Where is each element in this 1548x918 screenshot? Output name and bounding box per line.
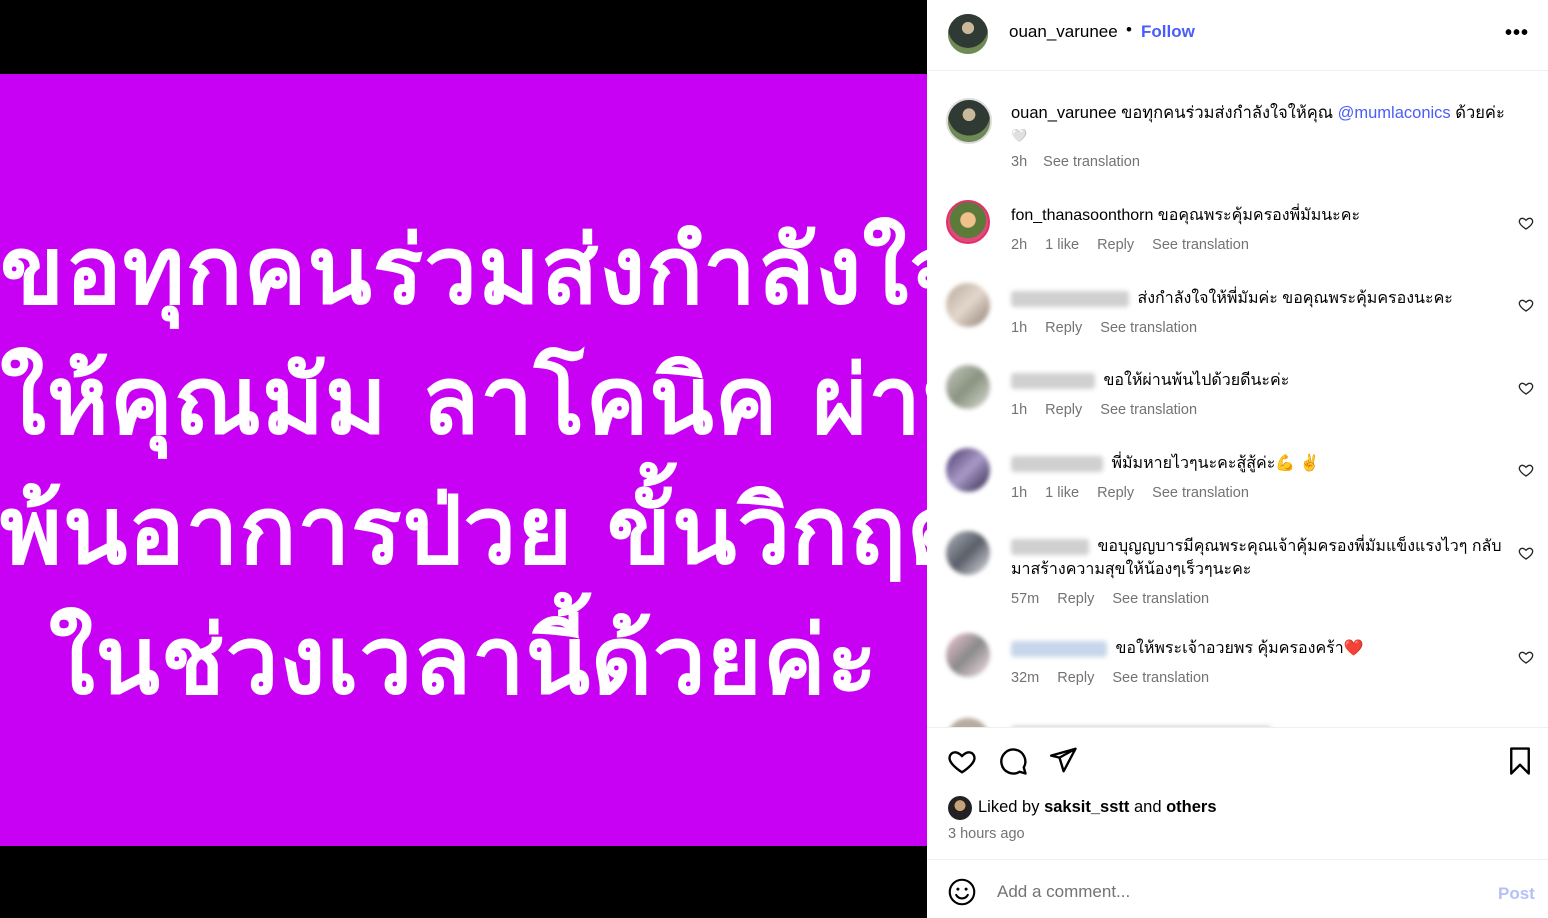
caption-body: ขอทุกคนร่วมส่งกำลังใจให้คุณ	[1121, 104, 1334, 122]
comment-input[interactable]	[997, 878, 1477, 906]
see-translation-link[interactable]: See translation	[1152, 237, 1249, 253]
commenter-avatar[interactable]	[946, 633, 990, 677]
commenter-avatar[interactable]	[946, 283, 990, 327]
comment-like-icon[interactable]	[1518, 649, 1534, 665]
comment-like-icon[interactable]	[1518, 462, 1534, 478]
liked-by-prefix: Liked by	[978, 798, 1040, 816]
post-header: ouan_varunee • Follow •••	[927, 0, 1548, 71]
blurred-username[interactable]	[1011, 455, 1103, 472]
comment-body: ขอให้พระเจ้าอวยพร คุ้มครองคร้า❤️	[1115, 640, 1364, 657]
media-image: ขอทุกคนร่วมส่งกำลังใจ ให้คุณมัม ลาโคนิค …	[0, 74, 988, 846]
blurred-username[interactable]	[1011, 372, 1095, 389]
liker-avatar[interactable]	[948, 796, 972, 820]
comments-list[interactable]: ouan_varunee ขอทุกคนร่วมส่งกำลังใจให้คุณ…	[927, 72, 1548, 727]
liked-by-user[interactable]: saksit_sstt	[1044, 798, 1129, 816]
comment-text: ขอให้ผ่านพ้นไปด้วยดีนะค่ะ	[1011, 369, 1511, 392]
commenter-avatar[interactable]	[946, 531, 990, 575]
comment-username[interactable]: fon_thanasoonthorn	[1011, 207, 1153, 224]
send-icon[interactable]	[1048, 745, 1078, 775]
comment-time: 32m	[1011, 670, 1040, 686]
media-line: ขอทุกคนร่วมส่งกำลังใจ	[0, 217, 966, 326]
liked-by-others[interactable]: others	[1166, 798, 1216, 816]
comment-meta: 32m Reply See translation	[1011, 670, 1223, 686]
post-timestamp[interactable]: 3 hours ago	[948, 826, 1025, 842]
reply-button[interactable]: Reply	[1097, 237, 1134, 253]
comment-time: 2h	[1011, 237, 1028, 253]
comment-text: พี่มัมหายไวๆนะคะสู้สู้ค่ะ💪 ✌️	[1011, 452, 1511, 475]
media-text: ขอทุกคนร่วมส่งกำลังใจ ให้คุณมัม ลาโคนิค …	[0, 193, 988, 727]
see-translation-link[interactable]: See translation	[1100, 402, 1197, 418]
caption-avatar[interactable]	[946, 98, 992, 144]
more-options-icon[interactable]: •••	[1505, 22, 1529, 45]
blurred-username[interactable]	[1011, 640, 1107, 657]
comment-meta: 1h Reply See translation	[1011, 320, 1211, 336]
reply-button[interactable]: Reply	[1057, 670, 1094, 686]
comment-body: ขอคุณพระคุ้มครองพี่มัมนะคะ	[1157, 207, 1361, 224]
liked-by-text: Liked by saksit_sstt and others	[978, 798, 1217, 817]
comment-time: 57m	[1011, 591, 1040, 607]
comment-body: พี่มัมหายไวๆนะคะสู้สู้ค่ะ💪 ✌️	[1111, 455, 1320, 472]
reply-button[interactable]: Reply	[1045, 320, 1082, 336]
comment-likes[interactable]: 1 like	[1045, 237, 1079, 253]
follow-button[interactable]: Follow	[1141, 22, 1195, 42]
comment-like-icon[interactable]	[1518, 215, 1534, 231]
caption-text: ouan_varunee ขอทุกคนร่วมส่งกำลังใจให้คุณ…	[1011, 102, 1531, 147]
caption-time: 3h	[1011, 154, 1028, 170]
comment-text: ขอบุญญบารมีคุณพระคุณเจ้าคุ้มครองพี่มัมแข…	[1011, 535, 1511, 581]
commenter-avatar[interactable]	[946, 448, 990, 492]
comment-body: ส่งกำลังใจให้พี่มัมค่ะ ขอคุณพระคุ้มครองน…	[1137, 290, 1453, 307]
emoji-icon[interactable]	[948, 878, 976, 906]
comment-time: 1h	[1011, 485, 1028, 501]
comment-like-icon[interactable]	[1518, 380, 1534, 396]
comment-like-icon[interactable]	[1518, 297, 1534, 313]
caption-meta: 3h See translation	[1011, 154, 1140, 170]
see-translation-link[interactable]: See translation	[1100, 320, 1197, 336]
author-username[interactable]: ouan_varunee	[1009, 22, 1118, 42]
heart-icon[interactable]	[947, 746, 977, 776]
reply-button[interactable]: Reply	[1097, 485, 1134, 501]
post-button[interactable]: Post	[1498, 884, 1535, 904]
comment-body: ขอให้ผ่านพ้นไปด้วยดีนะค่ะ	[1103, 372, 1290, 389]
comment-like-icon[interactable]	[1518, 545, 1534, 561]
blurred-username[interactable]	[1011, 290, 1129, 307]
commenter-avatar[interactable]	[946, 200, 990, 244]
comment-meta: 1h 1 like Reply See translation	[1011, 485, 1263, 501]
see-translation-link[interactable]: See translation	[1043, 154, 1140, 170]
comment-composer: Post	[927, 859, 1548, 918]
see-translation-link[interactable]: See translation	[1112, 591, 1209, 607]
caption-username[interactable]: ouan_varunee	[1011, 104, 1117, 122]
see-translation-link[interactable]: See translation	[1112, 670, 1209, 686]
media-line: ให้คุณมัม ลาโคนิค ผ่าน	[0, 347, 988, 456]
comment-text: fon_thanasoonthorn ขอคุณพระคุ้มครองพี่มั…	[1011, 204, 1511, 227]
reply-button[interactable]: Reply	[1045, 402, 1082, 418]
comment-likes[interactable]: 1 like	[1045, 485, 1079, 501]
comment-text: ขอให้พระเจ้าอวยพร คุ้มครองคร้า❤️	[1011, 637, 1511, 660]
comment-time: 1h	[1011, 320, 1028, 336]
caption-mention[interactable]: @mumlaconics	[1338, 104, 1451, 122]
media-line: พ้นอาการป่วย ขั้นวิกฤต	[0, 477, 970, 586]
post-media: ขอทุกคนร่วมส่งกำลังใจ ให้คุณมัม ลาโคนิค …	[0, 0, 988, 918]
commenter-avatar[interactable]	[946, 718, 990, 727]
post-actions: Liked by saksit_sstt and others 3 hours …	[927, 727, 1548, 859]
bookmark-icon[interactable]	[1505, 746, 1535, 776]
comment-text: ส่งกำลังใจให้พี่มัมค่ะ ขอคุณพระคุ้มครองน…	[1011, 287, 1511, 310]
blurred-username[interactable]	[1011, 538, 1089, 555]
caption-body-end: ด้วยค่ะ	[1455, 104, 1505, 122]
post-side-panel: ouan_varunee • Follow ••• ouan_varunee ข…	[927, 0, 1548, 918]
comment-meta: 2h 1 like Reply See translation	[1011, 237, 1263, 253]
comment-icon[interactable]	[998, 746, 1028, 776]
separator-dot: •	[1126, 20, 1132, 39]
reply-button[interactable]: Reply	[1057, 591, 1094, 607]
comment-meta: 57m Reply See translation	[1011, 591, 1223, 607]
media-line: ในช่วงเวลานี้ด้วยค่ะ	[48, 607, 879, 716]
commenter-avatar[interactable]	[946, 365, 990, 409]
comment-time: 1h	[1011, 402, 1028, 418]
see-translation-link[interactable]: See translation	[1152, 485, 1249, 501]
liked-by-and: and	[1133, 798, 1162, 816]
white-heart-emoji: 🤍	[1011, 128, 1028, 143]
author-avatar[interactable]	[948, 14, 988, 54]
comment-meta: 1h Reply See translation	[1011, 402, 1211, 418]
